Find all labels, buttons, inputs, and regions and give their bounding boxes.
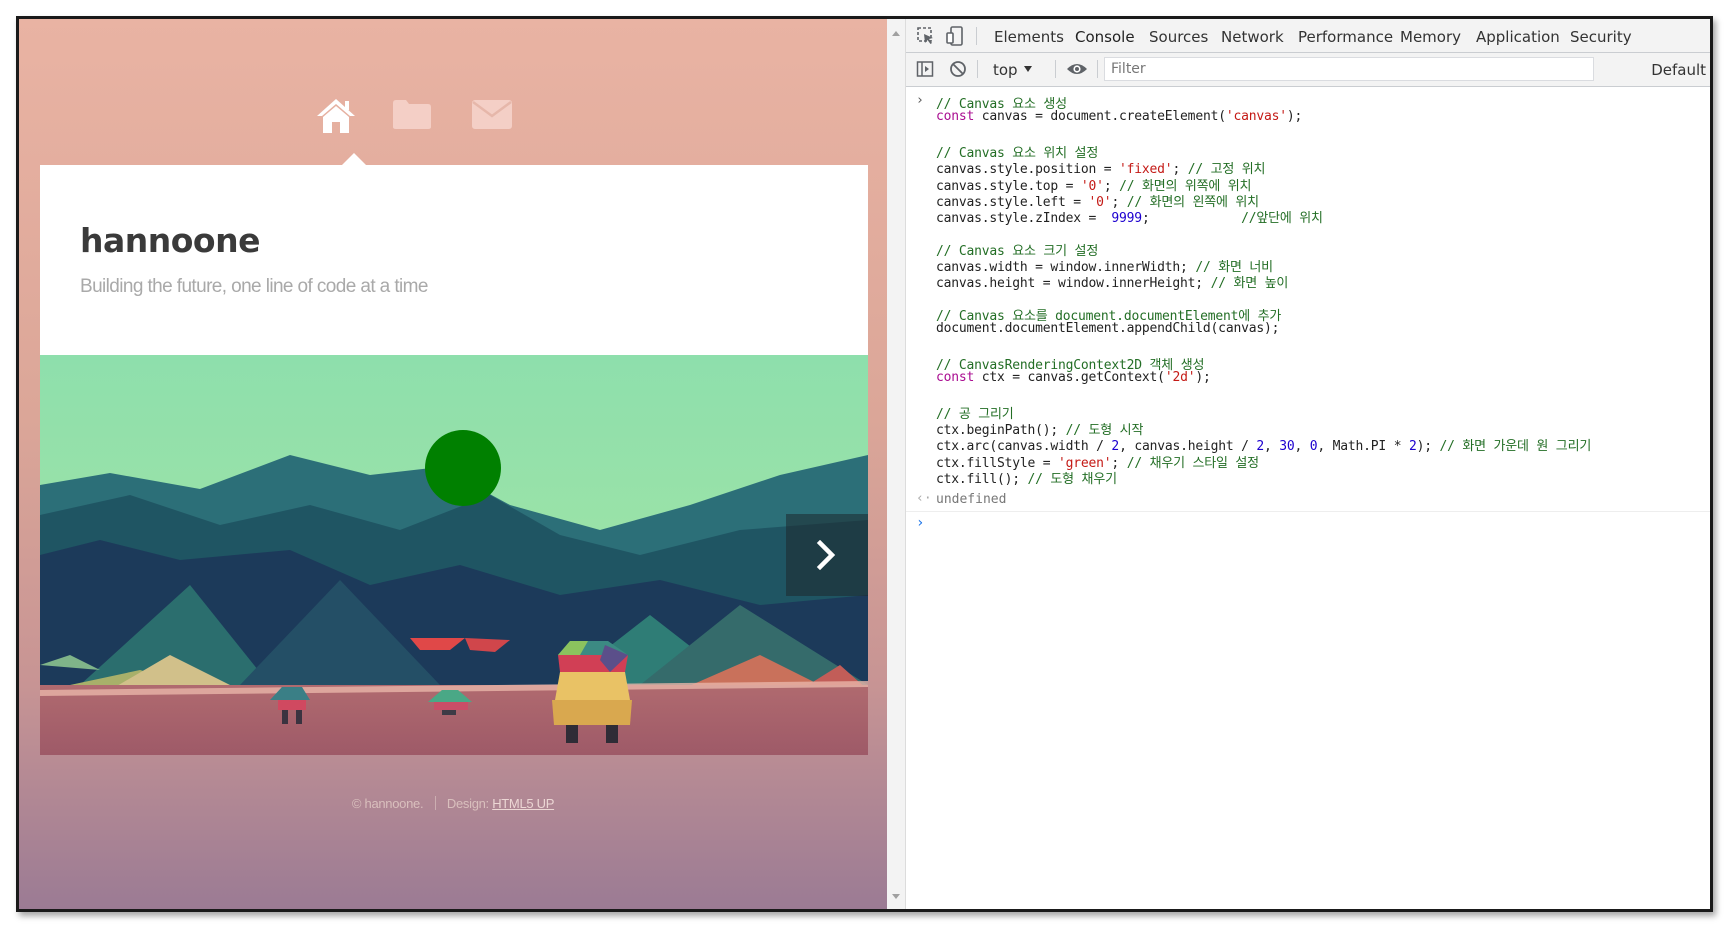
devtools-panel: Elements Console Sources Network Perform… bbox=[906, 19, 1710, 909]
console-prompt-icon[interactable]: › bbox=[916, 515, 924, 531]
eye-icon[interactable] bbox=[1066, 61, 1088, 81]
design-label: Design: bbox=[446, 796, 489, 811]
code-token: document.documentElement.appendChild(can… bbox=[936, 321, 1280, 337]
context-value: top bbox=[993, 61, 1018, 79]
green-ball bbox=[425, 430, 501, 506]
design-credit-link[interactable]: HTML5 UP bbox=[492, 796, 554, 811]
code-line: canvas.style.zIndex = 9999; //앞단에 위치 bbox=[936, 207, 1323, 227]
code-token: 'canvas' bbox=[1225, 109, 1287, 125]
code-token: // 채우기 스타일 설정 bbox=[1126, 455, 1259, 471]
tab-application[interactable]: Application bbox=[1476, 28, 1560, 46]
tab-console[interactable]: Console bbox=[1073, 28, 1137, 55]
log-levels-dropdown[interactable]: Default bbox=[1651, 61, 1706, 79]
devtools-tab-bar: Elements Console Sources Network Perform… bbox=[906, 19, 1710, 55]
tab-security[interactable]: Security bbox=[1570, 28, 1632, 46]
code-line: ctx.beginPath(); // 도형 시작 bbox=[936, 419, 1143, 438]
tab-network[interactable]: Network bbox=[1221, 28, 1284, 46]
scroll-up-arrow[interactable] bbox=[892, 31, 900, 36]
chevron-right-icon bbox=[816, 540, 836, 570]
code-line: // Canvas 요소를 document.documentElement에 … bbox=[936, 305, 1281, 324]
site-footer: © hannoone. Design: HTML5 UP bbox=[19, 796, 887, 811]
code-line: const ctx = canvas.getContext('2d'); bbox=[936, 370, 1211, 387]
clear-console-icon[interactable] bbox=[949, 60, 967, 82]
code-token: //앞단에 위치 bbox=[1241, 211, 1323, 227]
chevron-down-icon bbox=[1023, 66, 1032, 72]
code-line: // Canvas 요소 생성 bbox=[936, 93, 1067, 112]
chevron-right-icon: › bbox=[916, 93, 924, 108]
mail-icon[interactable] bbox=[471, 97, 513, 136]
code-line: ctx.arc(canvas.width / 2, canvas.height … bbox=[936, 435, 1592, 455]
code-line: ctx.fillStyle = 'green'; // 채우기 스타일 설정 bbox=[936, 452, 1259, 471]
top-nav bbox=[19, 97, 887, 157]
toolbar-divider bbox=[1055, 60, 1056, 78]
code-line: const canvas = document.createElement('c… bbox=[936, 109, 1302, 126]
next-slide-button[interactable] bbox=[786, 514, 868, 596]
console-result-row: ‹· undefined bbox=[906, 489, 1710, 512]
code-token: // 화면 가운데 원 그리기 bbox=[1439, 439, 1592, 455]
website-viewport: hannoone Building the future, one line o… bbox=[19, 19, 887, 909]
code-token: , bbox=[1294, 439, 1310, 455]
code-line: canvas.width = window.innerWidth; // 화면 … bbox=[936, 256, 1273, 275]
code-token: '2d' bbox=[1164, 370, 1196, 386]
code-token: 2 bbox=[1408, 439, 1417, 455]
code-token: , bbox=[1263, 439, 1280, 455]
result-value: undefined bbox=[936, 492, 1007, 507]
tab-elements[interactable]: Elements bbox=[994, 28, 1064, 46]
context-selector[interactable]: top bbox=[993, 61, 1032, 79]
header-card: hannoone Building the future, one line o… bbox=[40, 153, 868, 355]
code-token: // 화면 높이 bbox=[1210, 276, 1289, 292]
code-line: // 공 그리기 bbox=[936, 403, 1014, 422]
tab-memory[interactable]: Memory bbox=[1400, 28, 1461, 46]
code-line: canvas.height = window.innerHeight; // 화… bbox=[936, 272, 1289, 292]
code-line: // Canvas 요소 위치 설정 bbox=[936, 142, 1098, 161]
code-line: canvas.style.position = 'fixed'; // 고정 위… bbox=[936, 158, 1265, 177]
hero-image bbox=[40, 355, 868, 755]
device-toolbar-icon[interactable] bbox=[945, 26, 965, 50]
code-token: const bbox=[936, 109, 975, 125]
site-subtitle: Building the future, one line of code at… bbox=[80, 276, 428, 297]
code-line: ctx.fill(); // 도형 채우기 bbox=[936, 468, 1118, 487]
code-line: document.documentElement.appendChild(can… bbox=[936, 321, 1279, 338]
code-token: ctx = canvas.getContext( bbox=[974, 370, 1165, 386]
code-line: // Canvas 요소 크기 설정 bbox=[936, 240, 1098, 259]
code-line: canvas.style.top = '0'; // 화면의 위쪽에 위치 bbox=[936, 175, 1251, 194]
footer-divider bbox=[434, 796, 436, 810]
code-token: ); bbox=[1286, 109, 1303, 125]
filter-input[interactable] bbox=[1104, 57, 1594, 81]
landscape-illustration bbox=[40, 355, 868, 755]
console-output[interactable]: › // Canvas 요소 생성 const canvas = document… bbox=[906, 87, 1710, 909]
toolbar-divider bbox=[1097, 60, 1098, 78]
code-token: // 도형 채우기 bbox=[1027, 471, 1118, 487]
toolbar-divider bbox=[977, 60, 978, 78]
code-line: // CanvasRenderingContext2D 객체 생성 bbox=[936, 354, 1204, 373]
browser-window: hannoone Building the future, one line o… bbox=[16, 16, 1713, 912]
copyright-text: © hannoone. bbox=[351, 796, 424, 811]
scroll-down-arrow[interactable] bbox=[892, 894, 900, 899]
folder-icon[interactable] bbox=[392, 97, 432, 136]
page-scrollbar[interactable] bbox=[887, 19, 906, 909]
code-token: canvas = document.createElement( bbox=[974, 109, 1226, 125]
code-token: ); bbox=[1195, 370, 1211, 386]
tab-performance[interactable]: Performance bbox=[1298, 28, 1393, 46]
code-token: canvas.height = window.innerHeight; bbox=[936, 276, 1211, 292]
code-token: ctx.fill(); bbox=[936, 471, 1028, 487]
tab-sources[interactable]: Sources bbox=[1149, 28, 1208, 46]
nav-pointer bbox=[342, 153, 366, 165]
return-arrow-icon: ‹· bbox=[916, 491, 932, 506]
home-icon[interactable] bbox=[315, 97, 357, 140]
toolbar-divider bbox=[976, 27, 977, 45]
code-token: 9999 bbox=[1111, 211, 1142, 227]
inspect-element-icon[interactable] bbox=[916, 26, 936, 50]
code-token: , Math.PI * bbox=[1317, 439, 1409, 455]
code-token: 30 bbox=[1279, 439, 1295, 455]
site-title: hannoone bbox=[80, 221, 260, 260]
code-token: ; bbox=[1141, 211, 1242, 227]
code-token: ); bbox=[1416, 439, 1440, 455]
code-token: canvas.style.zIndex = bbox=[936, 211, 1112, 227]
code-line: canvas.style.left = '0'; // 화면의 왼쪽에 위치 bbox=[936, 191, 1259, 210]
code-token: const bbox=[936, 370, 975, 386]
console-toolbar: top Default bbox=[906, 53, 1710, 87]
sidebar-toggle-icon[interactable] bbox=[916, 60, 934, 82]
